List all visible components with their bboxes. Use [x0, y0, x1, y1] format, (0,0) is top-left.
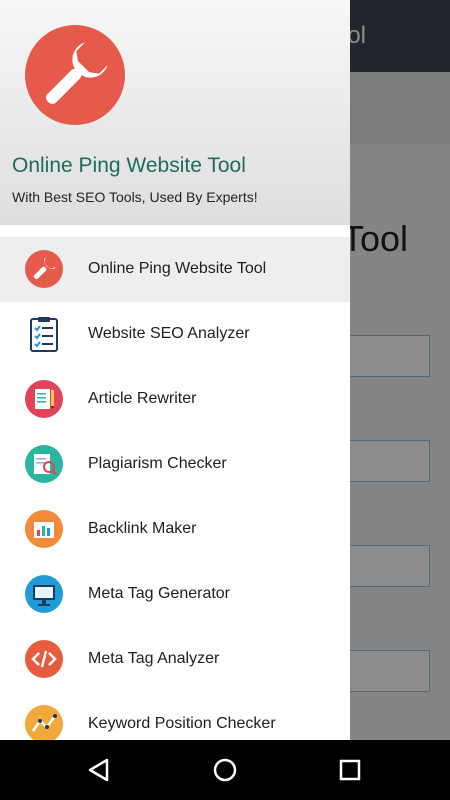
line-chart-icon [25, 705, 63, 740]
recents-square-icon[interactable] [335, 755, 365, 785]
wrench-icon [25, 250, 63, 288]
menu-item-online-ping-website-tool[interactable]: Online Ping Website Tool [0, 237, 350, 302]
menu-item-label: Meta Tag Analyzer [88, 650, 220, 667]
menu-item-keyword-position-checker[interactable]: Keyword Position Checker [0, 692, 350, 740]
document-search-icon [25, 445, 63, 483]
menu-item-label: Plagiarism Checker [88, 455, 227, 472]
menu-item-website-seo-analyzer[interactable]: Website SEO Analyzer [0, 302, 350, 367]
drawer-menu: Online Ping Website Tool Website SEO Ana… [0, 237, 350, 740]
monitor-icon [25, 575, 63, 613]
menu-item-label: Online Ping Website Tool [88, 260, 267, 277]
menu-item-meta-tag-analyzer[interactable]: Meta Tag Analyzer [0, 627, 350, 692]
drawer-header: Online Ping Website Tool With Best SEO T… [0, 0, 350, 225]
menu-item-article-rewriter[interactable]: Article Rewriter [0, 367, 350, 432]
wrench-icon [25, 25, 125, 125]
checklist-icon [25, 315, 63, 353]
menu-item-backlink-maker[interactable]: Backlink Maker [0, 497, 350, 562]
drawer-title: Online Ping Website Tool [12, 154, 246, 177]
menu-item-label: Meta Tag Generator [88, 585, 231, 602]
navigation-drawer: Online Ping Website Tool With Best SEO T… [0, 0, 350, 740]
menu-item-label: Website SEO Analyzer [88, 325, 250, 342]
menu-item-label: Keyword Position Checker [88, 715, 276, 732]
back-triangle-icon[interactable] [85, 755, 115, 785]
notepad-pencil-icon [25, 380, 63, 418]
drawer-subtitle: With Best SEO Tools, Used By Experts! [12, 189, 258, 205]
system-navigation-bar [0, 740, 450, 800]
code-icon [25, 640, 63, 678]
menu-item-plagiarism-checker[interactable]: Plagiarism Checker [0, 432, 350, 497]
home-circle-icon[interactable] [210, 755, 240, 785]
bar-chart-icon [25, 510, 63, 548]
menu-item-label: Backlink Maker [88, 520, 197, 537]
menu-item-label: Article Rewriter [88, 390, 197, 407]
menu-item-meta-tag-generator[interactable]: Meta Tag Generator [0, 562, 350, 627]
